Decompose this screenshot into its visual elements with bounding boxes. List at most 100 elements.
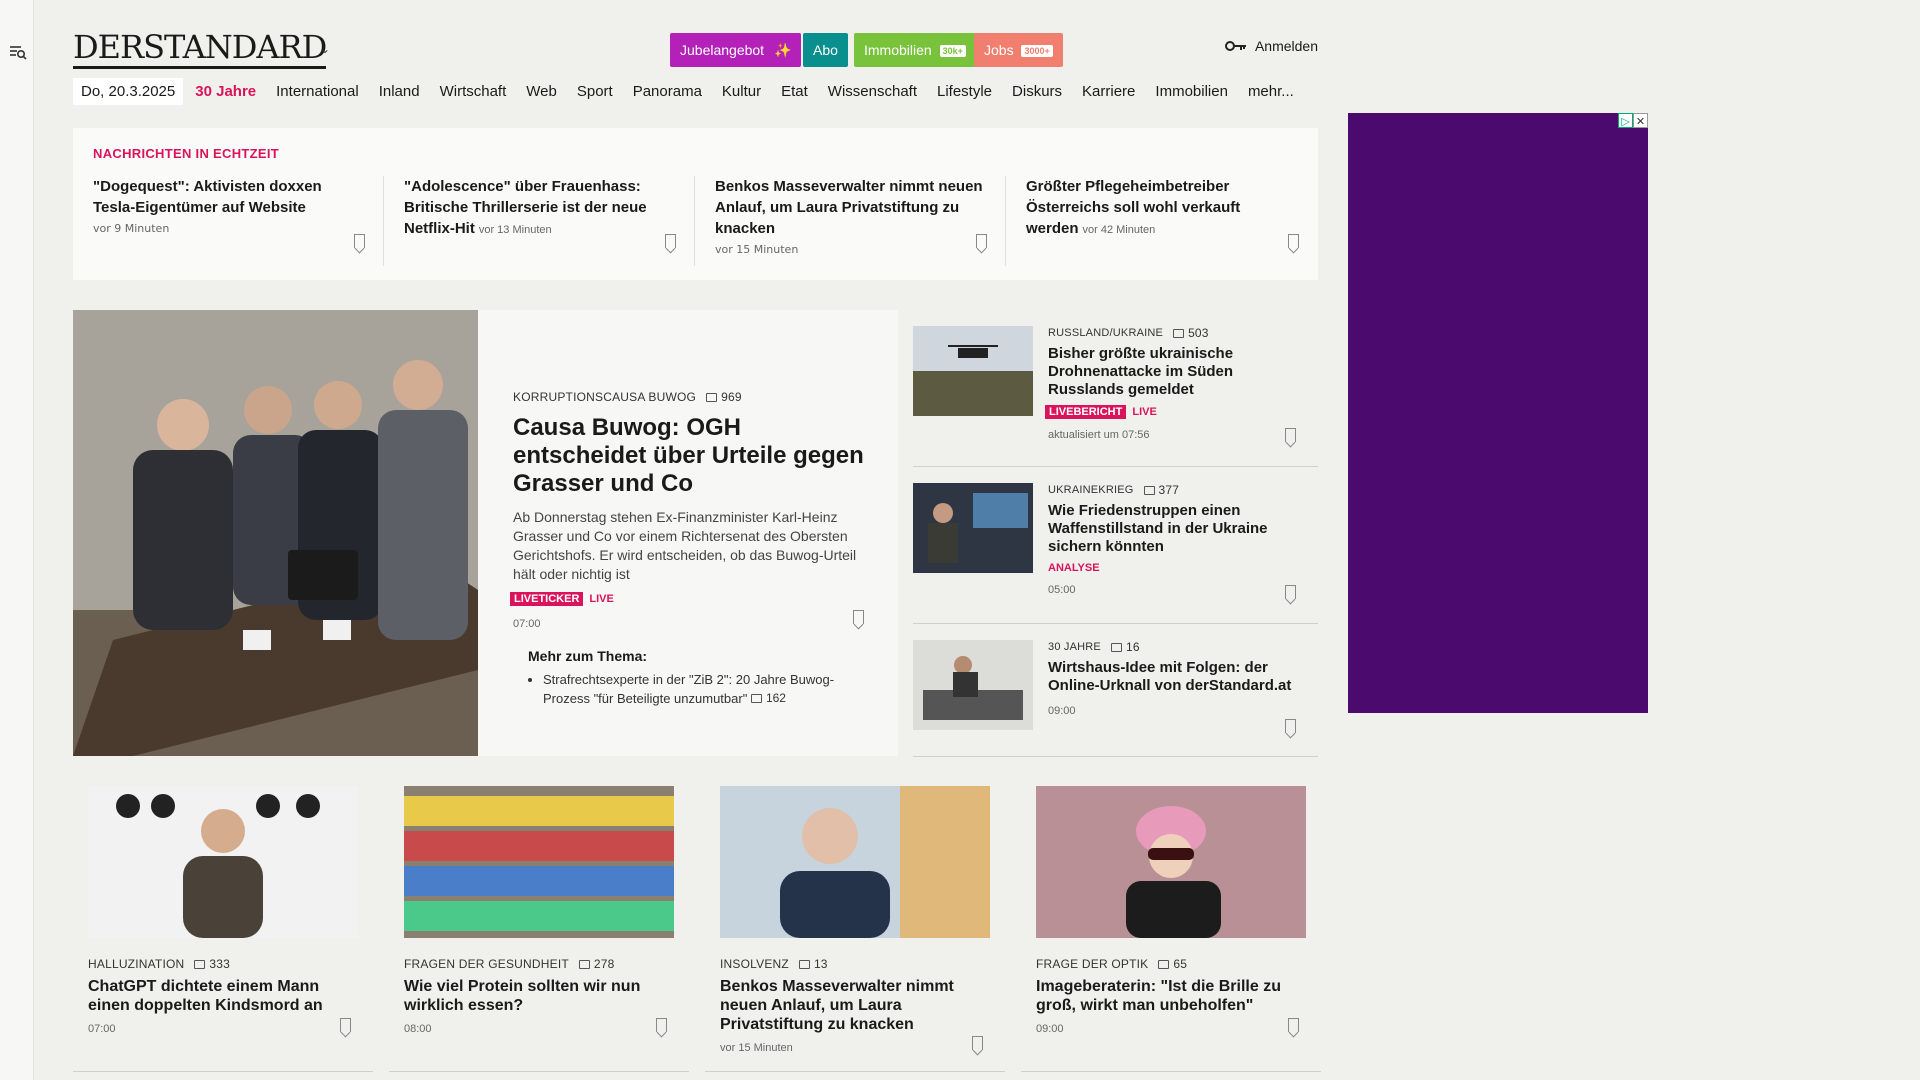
list-item[interactable]: RUSSLAND/UKRAINE 503 Bisher größte ukrain… [913, 310, 1318, 467]
article-title[interactable]: Wirtshaus-Idee mit Folgen: der Online-Ur… [1048, 659, 1303, 695]
bookmark-icon[interactable] [1285, 719, 1296, 733]
hero-title[interactable]: Causa Buwog: OGH entscheidet über Urteil… [513, 414, 873, 498]
article-meta: 09:00 [1036, 1023, 1064, 1035]
related-link[interactable]: Strafrechtsexperte in der "ZiB 2": 20 Ja… [543, 670, 873, 708]
article-card[interactable]: FRAGE DER OPTIK 65 Imageberaterin: "Ist d… [1021, 786, 1321, 1072]
nav-item-more[interactable]: mehr... [1248, 83, 1294, 100]
abo-button[interactable]: Abo [803, 33, 848, 67]
ticker-item[interactable]: Benkos Masseverwalter nimmt neuen Anlauf… [695, 176, 1006, 266]
ticker-time: vor 9 Minuten [93, 222, 170, 235]
altman-thumbnail [88, 786, 358, 938]
nav-item-international[interactable]: International [276, 83, 359, 100]
kicker: INSOLVENZ 13 [720, 957, 828, 971]
bookmark-icon[interactable] [354, 234, 365, 248]
article-card[interactable]: HALLUZINATION 333 ChatGPT dichtete einem … [73, 786, 373, 1072]
comment-icon [706, 392, 718, 402]
kicker: FRAGE DER OPTIK 65 [1036, 957, 1188, 971]
comment-count[interactable]: 13 [798, 957, 828, 971]
kicker: 30 JAHRE 16 [1048, 640, 1140, 654]
nav-item-diskurs[interactable]: Diskurs [1012, 83, 1062, 100]
bookmark-icon[interactable] [1288, 1018, 1299, 1032]
comment-count[interactable]: 16 [1110, 640, 1140, 654]
nav-item-lifestyle[interactable]: Lifestyle [937, 83, 992, 100]
ticker-headline: Größter Pflegeheimbetreiber Österreichs … [1026, 178, 1241, 237]
article-meta: vor 15 Minuten [720, 1042, 793, 1054]
nav-item-30-jahre[interactable]: 30 Jahre [195, 83, 256, 100]
nav-item-web[interactable]: Web [526, 83, 557, 100]
nav-item-panorama[interactable]: Panorama [633, 83, 702, 100]
comment-count[interactable]: 162 [750, 689, 786, 708]
bookmark-icon[interactable] [1288, 234, 1299, 248]
bookmark-icon[interactable] [853, 610, 864, 624]
site-logo[interactable]: DERSTANDARD [73, 28, 327, 69]
hero-article[interactable]: KORRUPTIONSCAUSA BUWOG 969 Causa Buwog: … [73, 310, 898, 756]
pill-tag: 30k+ [939, 45, 966, 58]
realtime-news-box: NACHRICHTEN IN ECHTZEIT "Dogequest": Akt… [73, 128, 1318, 280]
nav-item-etat[interactable]: Etat [781, 83, 808, 100]
nav-item-immobilien[interactable]: Immobilien [1155, 83, 1228, 100]
bookmark-icon[interactable] [972, 1036, 983, 1050]
nav-item-wissenschaft[interactable]: Wissenschaft [828, 83, 917, 100]
comment-count[interactable]: 503 [1173, 326, 1209, 340]
article-title[interactable]: Bisher größte ukrainische Drohnenattacke… [1048, 345, 1303, 399]
nav-item-wirtschaft[interactable]: Wirtschaft [440, 83, 507, 100]
site-header: DERSTANDARD ⌄ Jubelangebot ✨ Abo Immobil… [73, 28, 1318, 69]
article-title[interactable]: Imageberaterin: "Ist die Brille zu groß,… [1036, 977, 1306, 1015]
bookmark-icon[interactable] [1285, 428, 1296, 442]
comment-count[interactable]: 278 [578, 957, 615, 971]
article-meta: 09:00 [1048, 705, 1076, 717]
article-meta: aktualisiert um 07:56 [1048, 429, 1150, 441]
article-card[interactable]: INSOLVENZ 13 Benkos Masseverwalter nimmt … [705, 786, 1005, 1072]
jobs-button[interactable]: Jobs 3000+ [974, 33, 1063, 67]
list-item[interactable]: UKRAINEKRIEG 377 Wie Friedenstruppen eine… [913, 467, 1318, 624]
search-menu-icon[interactable] [9, 44, 27, 60]
bookmark-icon[interactable] [1285, 585, 1296, 599]
ticker-item[interactable]: "Dogequest": Aktivisten doxxen Tesla-Eig… [73, 176, 384, 266]
ticker-time: vor 15 Minuten [715, 243, 799, 256]
kicker: HALLUZINATION 333 [88, 957, 231, 971]
pill-label: Abo [813, 42, 838, 58]
close-icon[interactable]: ✕ [1633, 113, 1648, 128]
comment-count[interactable]: 333 [194, 957, 230, 971]
jubelangebot-button[interactable]: Jubelangebot ✨ [670, 33, 802, 67]
bookmark-icon[interactable] [665, 234, 676, 248]
nav-item-karriere[interactable]: Karriere [1082, 83, 1135, 100]
related-topics: Mehr zum Thema: Strafrechtsexperte in de… [528, 648, 873, 708]
bookmark-icon[interactable] [976, 234, 987, 248]
article-card[interactable]: FRAGEN DER GESUNDHEIT 278 Wie viel Protei… [389, 786, 689, 1072]
current-date: Do, 20.3.2025 [73, 77, 184, 105]
comment-count[interactable]: 65 [1158, 957, 1187, 971]
immobilien-button[interactable]: Immobilien 30k+ [854, 33, 976, 67]
ticker-time: vor 13 Minuten [478, 224, 552, 236]
hero-time: 07:00 [513, 618, 541, 630]
bookmark-icon[interactable] [656, 1018, 667, 1032]
nav-item-inland[interactable]: Inland [379, 83, 420, 100]
chevron-down-icon[interactable]: ⌄ [320, 42, 330, 56]
nav-item-kultur[interactable]: Kultur [722, 83, 761, 100]
analysis-label: ANALYSE [1048, 562, 1100, 574]
protein-shelf-thumbnail [404, 786, 674, 938]
list-item[interactable]: 30 JAHRE 16 Wirtshaus-Idee mit Folgen: de… [913, 624, 1318, 757]
left-sidebar [0, 0, 34, 1080]
comment-icon [1173, 328, 1185, 338]
article-title[interactable]: Wie Friedenstruppen einen Waffenstillsta… [1048, 502, 1303, 556]
computers-thumbnail [913, 640, 1033, 730]
ad-info-icon[interactable]: ▷ [1618, 113, 1633, 128]
article-meta: 07:00 [88, 1023, 116, 1035]
advertisement[interactable]: ▷ ✕ [1348, 113, 1648, 713]
ticker-item[interactable]: "Adolescence" über Frauenhass: Britische… [384, 176, 695, 266]
pill-label: Immobilien [864, 42, 932, 58]
article-title[interactable]: Wie viel Protein sollten wir nun wirklic… [404, 977, 674, 1015]
article-title[interactable]: Benkos Masseverwalter nimmt neuen Anlauf… [720, 977, 990, 1034]
article-meta: 08:00 [404, 1023, 432, 1035]
comment-count[interactable]: 969 [706, 390, 742, 404]
nav-item-sport[interactable]: Sport [577, 83, 613, 100]
article-title[interactable]: ChatGPT dichtete einem Mann einen doppel… [88, 977, 358, 1015]
sparkle-icon: ✨ [773, 42, 792, 58]
hero-image[interactable] [73, 310, 478, 756]
meeting-thumbnail [913, 483, 1033, 573]
ticker-item[interactable]: Größter Pflegeheimbetreiber Österreichs … [1006, 176, 1317, 266]
login-button[interactable]: Anmelden [1224, 38, 1318, 54]
comment-count[interactable]: 377 [1143, 483, 1180, 497]
bookmark-icon[interactable] [340, 1018, 351, 1032]
